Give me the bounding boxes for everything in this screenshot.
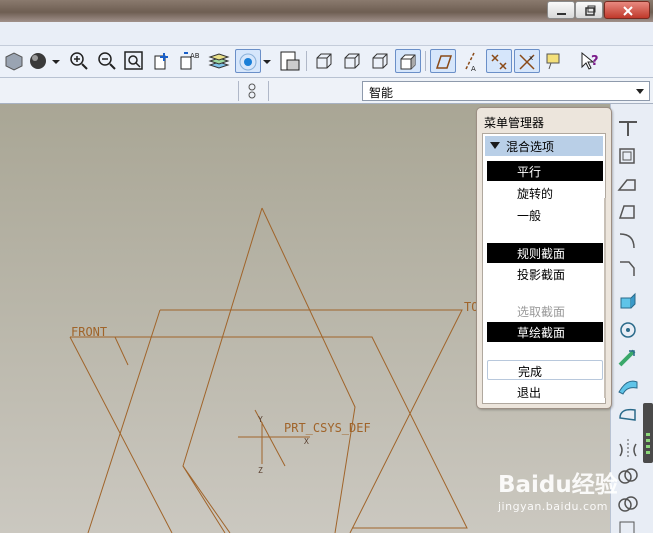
watermark-url: jingyan.baidu.com bbox=[498, 500, 609, 513]
reorient-icon[interactable] bbox=[150, 49, 174, 73]
menu-item-done[interactable]: 完成 bbox=[487, 360, 603, 380]
collapse-triangle-icon bbox=[490, 142, 500, 149]
menu-spacer bbox=[487, 286, 513, 300]
chamfer-icon[interactable] bbox=[615, 256, 641, 280]
revolve-icon[interactable] bbox=[615, 318, 641, 342]
merge-icon[interactable] bbox=[615, 464, 641, 488]
top-datum-plane bbox=[87, 309, 463, 533]
blend-options-header[interactable]: 混合选项 bbox=[485, 136, 603, 156]
minimize-icon bbox=[557, 13, 566, 15]
z-axis-label: Z bbox=[258, 466, 263, 475]
hole-icon[interactable] bbox=[615, 116, 641, 140]
right-datum-plane bbox=[182, 207, 356, 533]
menu-spacer bbox=[487, 228, 513, 242]
menu-scroll-grip bbox=[604, 198, 606, 398]
side-scroll-indicator[interactable] bbox=[643, 403, 653, 463]
toolbar-separator bbox=[306, 51, 307, 71]
menu-item-parallel[interactable]: 平行 bbox=[487, 161, 603, 181]
menu-spacer bbox=[487, 344, 513, 358]
no-hidden-icon[interactable] bbox=[368, 49, 392, 73]
minimize-button[interactable] bbox=[547, 1, 575, 19]
menu-item-regular-sections[interactable]: 规则截面 bbox=[487, 243, 603, 263]
title-bar bbox=[0, 0, 653, 22]
spin-center-icon[interactable] bbox=[235, 49, 261, 73]
toolbar-separator bbox=[425, 51, 426, 71]
y-axis-label: Y bbox=[258, 415, 263, 424]
appearance-sphere-icon[interactable] bbox=[27, 49, 51, 73]
wireframe-icon[interactable] bbox=[312, 49, 336, 73]
csys-axes bbox=[238, 409, 310, 467]
menu-bar bbox=[0, 22, 653, 46]
restore-icon bbox=[585, 5, 596, 16]
mirror-icon[interactable] bbox=[615, 436, 641, 460]
menu-item-quit[interactable]: 退出 bbox=[487, 382, 603, 402]
watermark: Baidu经验 jingyan.baidu.com bbox=[498, 465, 618, 513]
saved-views-icon[interactable]: AB bbox=[178, 49, 202, 73]
blend-options-label: 混合选项 bbox=[506, 140, 555, 154]
chevron-down-icon bbox=[636, 89, 644, 94]
sweep-icon[interactable] bbox=[615, 346, 641, 370]
shaded-view-icon[interactable] bbox=[2, 49, 26, 73]
watermark-logo: Baidu经验 bbox=[498, 472, 618, 498]
svg-text:A: A bbox=[471, 65, 476, 73]
spin-dropdown-arrow[interactable] bbox=[261, 49, 273, 73]
menu-manager-title: 菜单管理器 bbox=[484, 116, 545, 130]
restore-button[interactable] bbox=[575, 1, 603, 19]
filter-bar: 智能 bbox=[0, 78, 653, 104]
rib-icon[interactable] bbox=[615, 172, 641, 196]
x-axis-label: X bbox=[304, 437, 309, 446]
svg-text:x: x bbox=[529, 54, 533, 62]
menu-item-select-sections: 选取截面 bbox=[517, 305, 566, 319]
menu-manager-list: 混合选项 平行 旋转的 一般 规则截面 投影截面 选取截面 草绘截面 完成 退出 bbox=[482, 133, 606, 404]
hidden-line-icon[interactable] bbox=[340, 49, 364, 73]
selection-filter-value: 智能 bbox=[369, 86, 394, 100]
svg-text:AB: AB bbox=[190, 52, 200, 60]
menu-manager-panel: 菜单管理器 混合选项 平行 旋转的 一般 规则截面 投影截面 选取截面 草绘截面… bbox=[476, 107, 612, 409]
datum-points-icon[interactable] bbox=[486, 49, 512, 73]
layers-icon[interactable] bbox=[207, 49, 231, 73]
blend-icon[interactable] bbox=[615, 374, 641, 398]
close-icon bbox=[623, 6, 633, 16]
extrude-icon[interactable] bbox=[615, 290, 641, 314]
menu-item-general[interactable]: 一般 bbox=[487, 205, 603, 225]
shading-icon[interactable] bbox=[395, 49, 421, 73]
csys-icon[interactable]: x bbox=[514, 49, 540, 73]
round-icon[interactable] bbox=[615, 228, 641, 252]
main-toolbar: AB A x ? bbox=[0, 46, 653, 78]
zoom-in-icon[interactable] bbox=[67, 49, 91, 73]
svg-text:?: ? bbox=[591, 54, 599, 69]
datum-planes-icon[interactable] bbox=[430, 49, 456, 73]
appearance-dropdown-arrow[interactable] bbox=[50, 49, 62, 73]
selection-filter-dropdown[interactable]: 智能 bbox=[362, 81, 650, 101]
close-button[interactable] bbox=[604, 1, 650, 19]
shell-icon[interactable] bbox=[615, 144, 641, 168]
menu-item-sketch-sections[interactable]: 草绘截面 bbox=[487, 322, 603, 342]
refit-icon[interactable] bbox=[122, 49, 146, 73]
csys-label: PRT_CSYS_DEF bbox=[284, 421, 371, 435]
annotations-icon[interactable] bbox=[543, 49, 567, 73]
context-help-icon[interactable]: ? bbox=[578, 49, 602, 73]
intersect-icon[interactable] bbox=[615, 492, 641, 516]
menu-item-projected-sections[interactable]: 投影截面 bbox=[487, 264, 603, 284]
filter-separator bbox=[238, 81, 239, 101]
style-icon[interactable] bbox=[615, 402, 641, 426]
filter-separator bbox=[268, 81, 269, 101]
draft-icon[interactable] bbox=[615, 200, 641, 224]
pattern-icon[interactable] bbox=[615, 518, 641, 533]
front-plane-label: FRONT bbox=[71, 325, 107, 339]
zoom-out-icon[interactable] bbox=[95, 49, 119, 73]
menu-item-rotational[interactable]: 旋转的 bbox=[487, 183, 603, 203]
datum-axes-icon[interactable]: A bbox=[458, 49, 482, 73]
named-view-icon[interactable] bbox=[278, 49, 302, 73]
filter-toggle-icon[interactable] bbox=[246, 82, 258, 100]
